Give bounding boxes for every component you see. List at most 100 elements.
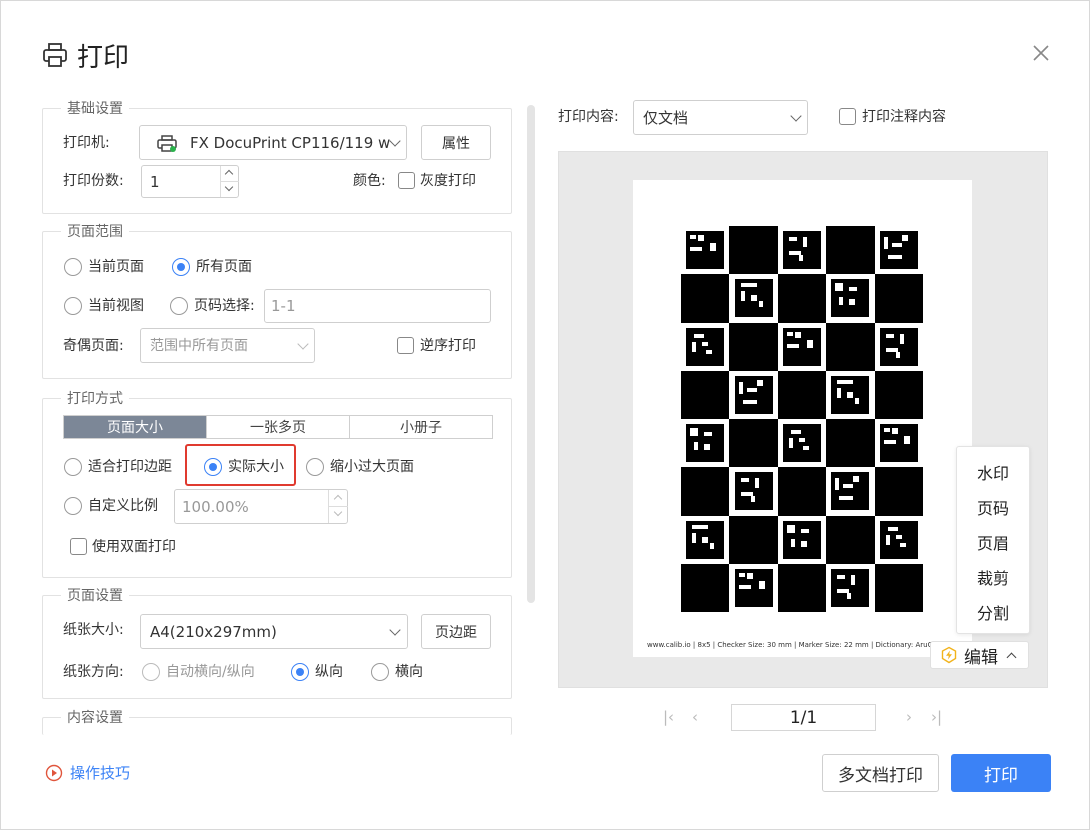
- all-pages-label: 所有页面: [196, 259, 252, 275]
- menu-item-split[interactable]: 分割: [957, 600, 1029, 624]
- aruco-marker-cell: [777, 322, 827, 371]
- prev-page-icon[interactable]: ‹: [692, 708, 698, 726]
- aruco-marker-cell: [729, 274, 778, 323]
- paper-size-label: 纸张大小:: [63, 622, 124, 638]
- tips-link[interactable]: 操作技巧: [45, 762, 130, 783]
- close-icon[interactable]: [1027, 39, 1055, 67]
- aruco-marker-cell: [826, 274, 875, 323]
- page-indicator-text: 1/1: [789, 707, 818, 728]
- page-indicator[interactable]: 1/1: [731, 704, 876, 731]
- grayscale-label: 灰度打印: [420, 173, 476, 189]
- tab-multi-page[interactable]: 一张多页: [206, 416, 349, 438]
- tips-label: 操作技巧: [70, 764, 131, 782]
- current-page-label: 当前页面: [88, 259, 144, 275]
- tab-booklet[interactable]: 小册子: [349, 416, 492, 438]
- aruco-marker-cell: [729, 370, 778, 419]
- dialog-title: 打印: [77, 42, 130, 73]
- page-select-placeholder: 1-1: [271, 297, 296, 315]
- aruco-marker: [879, 520, 918, 559]
- print-content-value: 仅文档: [643, 109, 689, 127]
- basic-settings-section: 基础设置 打印机: FX DocuPrint CP116/119 w 属性 打印…: [42, 99, 512, 214]
- aruco-marker: [782, 520, 821, 559]
- page-select-input[interactable]: 1-1: [264, 289, 491, 323]
- page-select-label: 页码选择:: [194, 298, 255, 314]
- aruco-marker-cell: [826, 467, 875, 516]
- aruco-marker-cell: [777, 419, 827, 468]
- stepper-down-icon[interactable]: [224, 182, 234, 192]
- lightning-badge-icon: [941, 646, 957, 664]
- settings-scrollbar[interactable]: [527, 105, 535, 603]
- reverse-print-checkbox[interactable]: [397, 337, 414, 354]
- aruco-marker-cell: [681, 322, 730, 371]
- custom-scale-stepper[interactable]: 100.00%: [174, 489, 348, 524]
- landscape-radio[interactable]: [371, 663, 389, 681]
- paper-size-select[interactable]: A4(210x297mm): [140, 614, 408, 649]
- print-method-legend: 打印方式: [61, 389, 129, 409]
- checker-square: [874, 274, 923, 323]
- page-select-radio[interactable]: [170, 297, 188, 315]
- grayscale-checkbox[interactable]: [398, 172, 415, 189]
- play-circle-icon: [45, 764, 63, 781]
- duplex-label: 使用双面打印: [92, 539, 176, 555]
- next-page-icon[interactable]: ›: [906, 708, 912, 726]
- fit-margin-radio[interactable]: [64, 458, 82, 476]
- aruco-marker-cell: [826, 370, 875, 419]
- aruco-marker: [831, 279, 870, 318]
- aruco-marker-cell: [681, 226, 730, 275]
- checker-square: [681, 563, 730, 612]
- aruco-marker: [734, 375, 773, 414]
- checker-square: [777, 467, 827, 516]
- properties-button[interactable]: 属性: [421, 125, 491, 160]
- menu-item-page-number[interactable]: 页码: [957, 495, 1029, 519]
- margin-button[interactable]: 页边距: [421, 614, 491, 649]
- portrait-radio[interactable]: [291, 663, 309, 681]
- odd-even-select[interactable]: 范围中所有页面: [140, 328, 315, 363]
- shrink-large-radio[interactable]: [306, 458, 324, 476]
- last-page-icon[interactable]: ›|: [931, 708, 942, 726]
- chevron-down-icon: [389, 135, 401, 147]
- aruco-marker-cell: [874, 226, 923, 275]
- printer-select[interactable]: FX DocuPrint CP116/119 w: [139, 125, 407, 160]
- duplex-checkbox[interactable]: [70, 538, 87, 555]
- first-page-icon[interactable]: |‹: [663, 708, 674, 726]
- stepper-up-icon[interactable]: [224, 169, 234, 179]
- chevron-down-icon: [297, 338, 309, 350]
- annotations-checkbox[interactable]: [839, 108, 856, 125]
- checker-square: [826, 226, 875, 275]
- paper-size-value: A4(210x297mm): [150, 623, 277, 641]
- copies-stepper[interactable]: 1: [141, 165, 239, 198]
- tab-page-size[interactable]: 页面大小: [64, 416, 206, 438]
- print-dialog: 打印 基础设置 打印机: FX DocuPrint CP116/119 w 属性…: [0, 0, 1090, 830]
- custom-scale-radio[interactable]: [64, 497, 82, 515]
- checker-square: [777, 370, 827, 419]
- print-button[interactable]: 打印: [951, 754, 1051, 792]
- edit-button[interactable]: 编辑: [930, 641, 1029, 669]
- orientation-label: 纸张方向:: [63, 664, 124, 680]
- aruco-marker: [782, 424, 821, 463]
- all-pages-radio[interactable]: [172, 258, 190, 276]
- aruco-marker: [831, 472, 870, 511]
- printer-icon: [43, 43, 67, 67]
- menu-item-crop[interactable]: 裁剪: [957, 565, 1029, 589]
- color-label: 颜色:: [353, 173, 386, 189]
- checker-square: [826, 515, 875, 564]
- print-content-select[interactable]: 仅文档: [633, 100, 808, 135]
- menu-item-header[interactable]: 页眉: [957, 530, 1029, 554]
- auto-orientation-radio[interactable]: [142, 663, 160, 681]
- aruco-marker: [686, 520, 725, 559]
- stepper-down-icon[interactable]: [333, 507, 343, 517]
- multi-document-print-button[interactable]: 多文档打印: [822, 754, 939, 792]
- auto-orientation-label: 自动横向/纵向: [166, 664, 255, 680]
- menu-item-watermark[interactable]: 水印: [957, 460, 1029, 484]
- checker-square: [874, 563, 923, 612]
- stepper-up-icon[interactable]: [333, 494, 343, 504]
- checkerboard-image: [681, 226, 923, 612]
- current-page-radio[interactable]: [64, 258, 82, 276]
- aruco-marker-cell: [729, 563, 778, 612]
- aruco-marker: [782, 231, 821, 270]
- page-range-section: 页面范围 当前页面 所有页面 当前视图 页码选择: 1-1 奇偶页面: 范围中所…: [42, 222, 512, 379]
- shrink-large-label: 缩小过大页面: [330, 459, 414, 475]
- checker-square: [729, 515, 778, 564]
- current-view-radio[interactable]: [64, 297, 82, 315]
- basic-settings-legend: 基础设置: [61, 99, 129, 119]
